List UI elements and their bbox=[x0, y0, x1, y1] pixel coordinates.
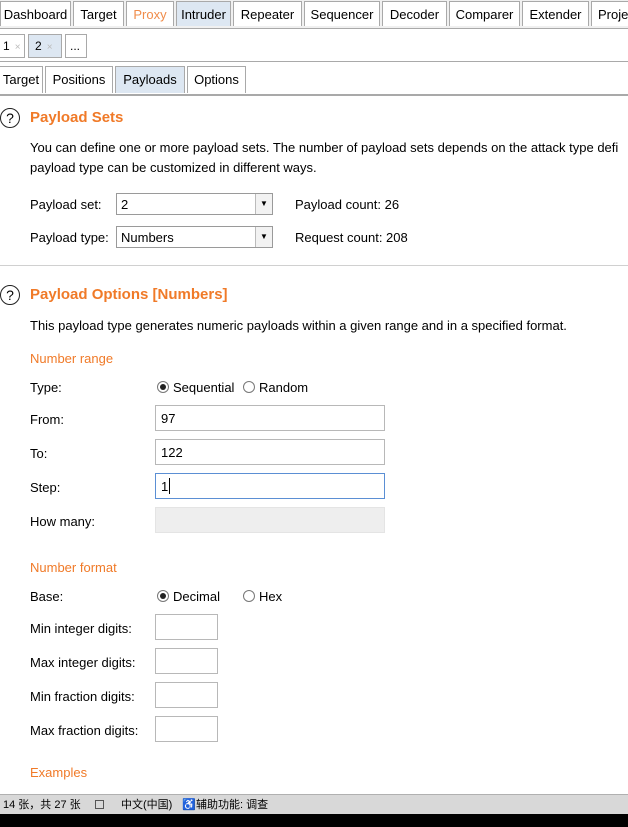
attack-tab-label: 2 bbox=[35, 39, 42, 53]
payload-options-title: Payload Options [Numbers] bbox=[30, 286, 228, 303]
payload-count: Payload count: 26 bbox=[295, 197, 400, 212]
payload-options-description: This payload type generates numeric payl… bbox=[30, 318, 567, 333]
tab-project-options[interactable]: Proje bbox=[591, 1, 628, 26]
payload-sets-title: Payload Sets bbox=[30, 109, 124, 126]
chevron-down-icon: ▼ bbox=[255, 194, 272, 214]
tab-decoder[interactable]: Decoder bbox=[382, 1, 447, 26]
bottom-black-bar bbox=[0, 814, 628, 827]
payload-sets-description: You can define one or more payload sets.… bbox=[30, 140, 619, 155]
tab-intruder[interactable]: Intruder bbox=[176, 1, 231, 26]
step-field[interactable]: 1 bbox=[155, 473, 385, 499]
tab-target[interactable]: Target bbox=[73, 1, 124, 26]
attack-tab-bar: 1 × 2 × ... bbox=[0, 29, 628, 62]
tab-positions[interactable]: Positions bbox=[45, 66, 113, 93]
base-label: Base: bbox=[30, 589, 64, 604]
min-integer-digits-label: Min integer digits: bbox=[30, 621, 132, 636]
intruder-tab-bar: Target Positions Payloads Options bbox=[0, 62, 628, 96]
tab-extender[interactable]: Extender bbox=[522, 1, 589, 26]
page-count: 14 张，共 27 张 bbox=[3, 799, 81, 811]
chevron-down-icon: ▼ bbox=[255, 227, 272, 247]
text-cursor bbox=[169, 478, 170, 494]
decimal-radio[interactable] bbox=[157, 590, 169, 602]
payload-sets-description-cont: payload type can be customized in differ… bbox=[30, 160, 317, 175]
from-field[interactable]: 97 bbox=[155, 405, 385, 431]
attack-tab-label: 1 bbox=[3, 39, 10, 53]
language-indicator[interactable]: 中文(中国) bbox=[121, 795, 172, 815]
tool-tab-bar: Dashboard Target Proxy Intruder Repeater… bbox=[0, 0, 628, 29]
min-fraction-digits-label: Min fraction digits: bbox=[30, 689, 135, 704]
payload-set-label: Payload set: bbox=[30, 197, 102, 212]
min-fraction-digits-field[interactable] bbox=[155, 682, 218, 708]
sequential-radio[interactable] bbox=[157, 381, 169, 393]
random-label: Random bbox=[259, 380, 309, 395]
accessibility-status[interactable]: 辅助功能: 调查 bbox=[196, 795, 268, 815]
from-label: From: bbox=[30, 412, 64, 427]
examples-heading: Examples bbox=[30, 765, 88, 780]
tab-dashboard[interactable]: Dashboard bbox=[0, 1, 71, 26]
decimal-label: Decimal bbox=[173, 589, 220, 604]
number-range-heading: Number range bbox=[30, 351, 114, 366]
range-type-label: Type: bbox=[30, 380, 62, 395]
random-radio[interactable] bbox=[243, 381, 255, 393]
close-icon[interactable]: × bbox=[15, 42, 21, 53]
help-icon[interactable]: ? bbox=[0, 285, 20, 305]
help-icon[interactable]: ? bbox=[0, 108, 20, 128]
tab-options[interactable]: Options bbox=[187, 66, 246, 93]
from-value: 97 bbox=[161, 411, 176, 426]
max-fraction-digits-label: Max fraction digits: bbox=[30, 723, 139, 738]
tab-payloads[interactable]: Payloads bbox=[115, 66, 185, 93]
close-icon[interactable]: × bbox=[47, 42, 53, 53]
payload-set-value: 2 bbox=[121, 197, 129, 212]
number-format-heading: Number format bbox=[30, 560, 117, 575]
accessibility-icon: ♿ bbox=[182, 799, 196, 811]
how-many-label: How many: bbox=[30, 514, 96, 529]
min-integer-digits-field[interactable] bbox=[155, 614, 218, 640]
attack-tab-2[interactable]: 2 × bbox=[28, 34, 62, 58]
status-bar: 14 张，共 27 张 中文(中国) ♿ 辅助功能: 调查 bbox=[0, 794, 628, 815]
payload-type-dropdown[interactable]: Numbers ▼ bbox=[116, 226, 273, 248]
payload-type-value: Numbers bbox=[121, 230, 174, 245]
to-field[interactable]: 122 bbox=[155, 439, 385, 465]
tab-proxy[interactable]: Proxy bbox=[126, 1, 174, 26]
layout-icon[interactable] bbox=[95, 800, 104, 809]
max-integer-digits-field[interactable] bbox=[155, 648, 218, 674]
step-value: 1 bbox=[161, 479, 169, 494]
tab-comparer[interactable]: Comparer bbox=[449, 1, 520, 26]
to-label: To: bbox=[30, 446, 48, 461]
request-count: Request count: 208 bbox=[295, 230, 408, 245]
payload-type-label: Payload type: bbox=[30, 230, 109, 245]
how-many-field bbox=[155, 507, 385, 533]
to-value: 122 bbox=[161, 445, 183, 460]
tab-sequencer[interactable]: Sequencer bbox=[304, 1, 380, 26]
tab-repeater[interactable]: Repeater bbox=[233, 1, 302, 26]
attack-tab-1[interactable]: 1 × bbox=[0, 34, 25, 58]
max-integer-digits-label: Max integer digits: bbox=[30, 655, 136, 670]
max-fraction-digits-field[interactable] bbox=[155, 716, 218, 742]
hex-radio[interactable] bbox=[243, 590, 255, 602]
sequential-label: Sequential bbox=[173, 380, 235, 395]
section-divider bbox=[0, 265, 628, 266]
hex-label: Hex bbox=[259, 589, 283, 604]
new-attack-tab-button[interactable]: ... bbox=[65, 34, 87, 58]
tab-target-config[interactable]: Target bbox=[0, 66, 43, 93]
payload-set-dropdown[interactable]: 2 ▼ bbox=[116, 193, 273, 215]
step-label: Step: bbox=[30, 480, 61, 495]
